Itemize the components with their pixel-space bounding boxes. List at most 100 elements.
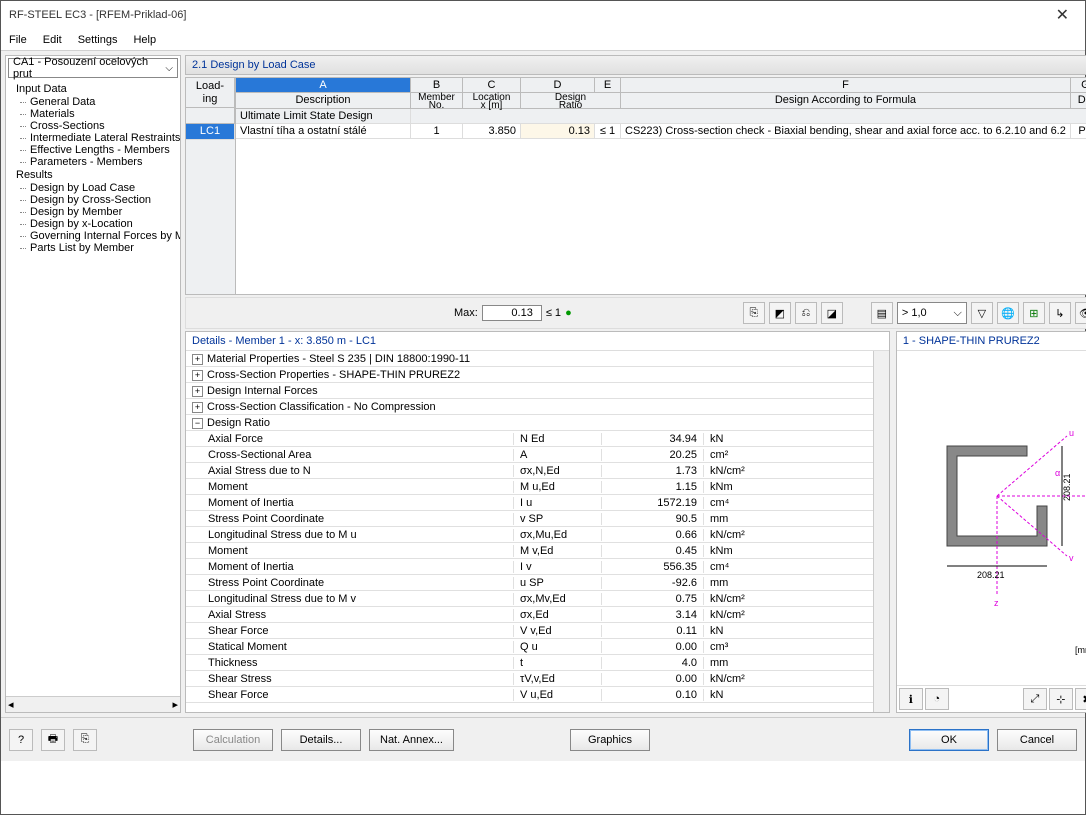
- col-C[interactable]: C: [463, 78, 521, 93]
- tree-materials[interactable]: Materials: [8, 108, 178, 120]
- section-props-icon[interactable]: ◔: [925, 688, 949, 710]
- dimension-icon[interactable]: ⊹: [1049, 688, 1073, 710]
- details-row: Shear ForceV u,Ed0.10kN: [186, 687, 889, 703]
- filter-icon-4[interactable]: ◪: [821, 302, 843, 324]
- preview-unit: [mm]: [1075, 645, 1086, 655]
- nav-tree: Input Data General Data Materials Cross-…: [6, 80, 180, 696]
- cell-desc: Vlastní tíha a ostatní stálé: [236, 124, 411, 139]
- tree-cross-sections[interactable]: Cross-Sections: [8, 120, 178, 132]
- col-E[interactable]: E: [595, 78, 621, 93]
- tree-design-member[interactable]: Design by Member: [8, 206, 178, 218]
- cancel-button[interactable]: Cancel: [997, 729, 1077, 751]
- view-icon[interactable]: 🌐: [997, 302, 1019, 324]
- tree-design-cross-section[interactable]: Design by Cross-Section: [8, 194, 178, 206]
- axes-icon[interactable]: ⤢: [1023, 688, 1047, 710]
- details-button[interactable]: Details...: [281, 729, 361, 751]
- tree-general-data[interactable]: General Data: [8, 96, 178, 108]
- menu-settings[interactable]: Settings: [78, 34, 118, 46]
- col-B[interactable]: B: [411, 78, 463, 93]
- tree-parameters[interactable]: Parameters - Members: [8, 156, 178, 168]
- cell-cond: ≤ 1: [595, 124, 621, 139]
- hdr-ds: DS: [1071, 93, 1086, 109]
- help-icon[interactable]: ?: [9, 729, 33, 751]
- details-scrollbar[interactable]: [873, 351, 889, 712]
- details-group[interactable]: +Cross-Section Properties - SHAPE-THIN P…: [186, 367, 889, 383]
- filter-icon-1[interactable]: ⎘: [743, 302, 765, 324]
- tree-design-xlocation[interactable]: Design by x-Location: [8, 218, 178, 230]
- details-row: Longitudinal Stress due to M uσx,Mu,Ed0.…: [186, 527, 889, 543]
- stress-icon[interactable]: ✖: [1075, 688, 1086, 710]
- tree-design-loadcase[interactable]: Design by Load Case: [8, 182, 178, 194]
- calculation-button[interactable]: Calculation: [193, 729, 273, 751]
- details-panel: Details - Member 1 - x: 3.850 m - LC1 +M…: [185, 331, 890, 713]
- ok-button[interactable]: OK: [909, 729, 989, 751]
- window-title: RF-STEEL EC3 - [RFEM-Priklad-06]: [9, 9, 1048, 21]
- details-row: Moment of InertiaI v556.35cm⁴: [186, 559, 889, 575]
- select-icon[interactable]: ↳: [1049, 302, 1071, 324]
- cross-section-preview: 1 - SHAPE-THIN PRUREZ2 y z u v: [896, 331, 1086, 713]
- details-row: Axial Stressσx,Ed3.14kN/cm²: [186, 607, 889, 623]
- col-D[interactable]: D: [521, 78, 595, 93]
- details-row: Moment of InertiaI u1572.19cm⁴: [186, 495, 889, 511]
- menu-edit[interactable]: Edit: [43, 34, 62, 46]
- details-group[interactable]: +Cross-Section Classification - No Compr…: [186, 399, 889, 415]
- excel-icon[interactable]: ⊞: [1023, 302, 1045, 324]
- tree-parts-list[interactable]: Parts List by Member: [8, 242, 178, 254]
- svg-text:208.21: 208.21: [977, 570, 1005, 580]
- details-row: MomentM u,Ed1.15kNm: [186, 479, 889, 495]
- color-scale-icon[interactable]: ▤: [871, 302, 893, 324]
- col-F[interactable]: F: [621, 78, 1071, 93]
- details-row: Stress Point Coordinatev SP90.5mm: [186, 511, 889, 527]
- menu-help[interactable]: Help: [133, 34, 156, 46]
- svg-text:α: α: [1055, 468, 1060, 478]
- tree-restraints[interactable]: Intermediate Lateral Restraints: [8, 132, 178, 144]
- eye-icon[interactable]: 👁: [1075, 302, 1086, 324]
- details-group[interactable]: +Material Properties - Steel S 235 | DIN…: [186, 351, 889, 367]
- ratio-filter-combo[interactable]: > 1,0: [897, 302, 967, 324]
- info-icon[interactable]: ℹ: [899, 688, 923, 710]
- details-group[interactable]: −Design Ratio: [186, 415, 889, 431]
- hdr-formula: Design According to Formula: [621, 93, 1071, 109]
- nav-scrollbar[interactable]: ◂▸: [6, 696, 180, 712]
- details-row: Shear StressτV,v,Ed0.00kN/cm²: [186, 671, 889, 687]
- details-row: MomentM v,Ed0.45kNm: [186, 543, 889, 559]
- data-row-lc1[interactable]: Vlastní tíha a ostatní stálé 1 3.850 0.1…: [236, 124, 1086, 139]
- nat-annex-button[interactable]: Nat. Annex...: [369, 729, 454, 751]
- col-A[interactable]: A: [236, 78, 411, 93]
- svg-text:u: u: [1069, 428, 1074, 438]
- max-label: Max:: [454, 307, 478, 319]
- cell-formula: CS223) Cross-section check - Biaxial ben…: [621, 124, 1071, 139]
- print-icon[interactable]: 🖶: [41, 729, 65, 751]
- title-bar: RF-STEEL EC3 - [RFEM-Priklad-06] ✕: [1, 1, 1085, 29]
- row-header-lc1[interactable]: LC1: [186, 124, 235, 140]
- corner-header: Load- ing: [186, 78, 235, 108]
- row-header-blank: [186, 108, 235, 124]
- tree-input-data[interactable]: Input Data: [8, 82, 178, 96]
- export-icon[interactable]: ⎘: [73, 729, 97, 751]
- details-row: Cross-Sectional AreaA20.25cm²: [186, 447, 889, 463]
- menu-file[interactable]: File: [9, 34, 27, 46]
- cell-ratio: 0.13: [521, 124, 595, 139]
- filter-icon-3[interactable]: ⎌: [795, 302, 817, 324]
- filter-icon-2[interactable]: ◩: [769, 302, 791, 324]
- loadcase-dropdown[interactable]: CA1 - Posouzení ocelových prut: [8, 58, 178, 78]
- group-ulsd: Ultimate Limit State Design: [236, 109, 411, 124]
- funnel-icon[interactable]: ▽: [971, 302, 993, 324]
- details-group[interactable]: +Design Internal Forces: [186, 383, 889, 399]
- hdr-member: MemberNo.: [411, 93, 463, 109]
- svg-text:v: v: [1069, 553, 1074, 563]
- col-G[interactable]: G: [1071, 78, 1086, 93]
- cell-ds: PT: [1071, 124, 1086, 139]
- results-grid: Load- ing LC1 A B C D E F G Description …: [185, 77, 1086, 295]
- graphics-button[interactable]: Graphics: [570, 729, 650, 751]
- details-row: Axial Stress due to Nσx,N,Ed1.73kN/cm²: [186, 463, 889, 479]
- section-title: 2.1 Design by Load Case: [185, 55, 1086, 75]
- check-ok-icon: ●: [565, 307, 572, 319]
- close-icon[interactable]: ✕: [1048, 3, 1077, 27]
- max-toolbar: Max: 0.13 ≤ 1 ● ⎘ ◩ ⎌ ◪ ▤ > 1,0 ▽ 🌐 ⊞ ↳ …: [185, 297, 1086, 329]
- cell-loc: 3.850: [463, 124, 521, 139]
- tree-governing-forces[interactable]: Governing Internal Forces by M: [8, 230, 178, 242]
- tree-eff-lengths[interactable]: Effective Lengths - Members: [8, 144, 178, 156]
- tree-results[interactable]: Results: [8, 168, 178, 182]
- details-row: Longitudinal Stress due to M vσx,Mv,Ed0.…: [186, 591, 889, 607]
